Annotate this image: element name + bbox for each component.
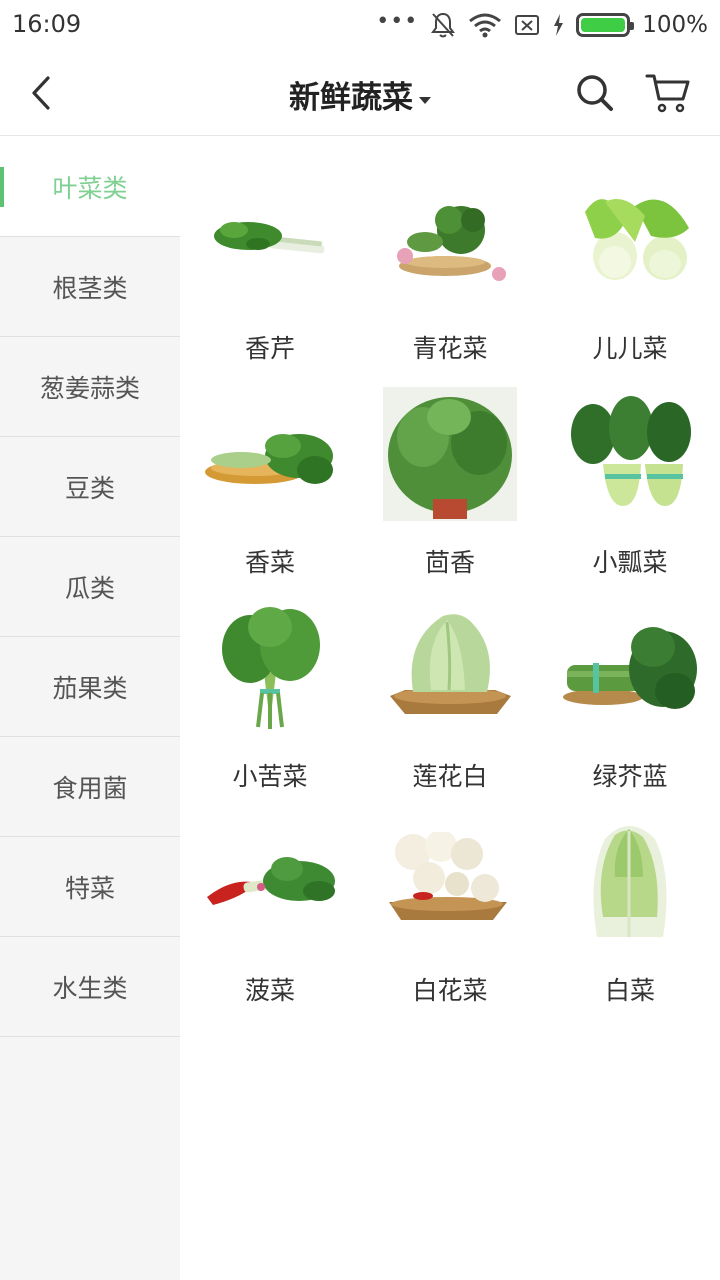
product-item[interactable]: 白菜 [540,815,720,1029]
product-item[interactable]: 儿儿菜 [540,173,720,387]
product-label: 莲花白 [412,762,488,791]
sidebar-item-label: 茄果类 [52,673,128,703]
sidebar-item-leafy[interactable]: 叶菜类 [0,137,180,237]
product-item[interactable]: 菠菜 [180,815,360,1029]
sidebar-item-melons[interactable]: 瓜类 [0,537,180,637]
product-item[interactable]: 茴香 [360,387,540,601]
bitter-greens-image [202,601,338,735]
charging-icon [554,14,564,36]
sidebar-item-label: 水生类 [52,973,128,1003]
product-label: 儿儿菜 [592,334,668,363]
search-button[interactable] [570,68,620,118]
search-icon [577,75,613,111]
no-sim-icon [515,15,540,35]
fennel-image [382,387,518,521]
product-item[interactable]: 小瓢菜 [540,387,720,601]
sidebar-item-label: 特菜 [64,873,115,903]
cart-icon [645,74,690,113]
product-label: 白花菜 [412,976,488,1005]
wifi-icon [469,13,502,38]
product-grid: 香芹 青花菜 儿儿菜 香菜 茴香 小瓢菜 小苦菜 莲花白 绿芥蓝 菠菜 白花菜 … [180,137,720,1029]
sidebar-item-label: 食用菌 [52,773,128,803]
chinese-kale-image [562,601,698,735]
baby-mustard-image [562,173,698,307]
product-label: 香菜 [244,548,295,577]
sidebar-item-beans[interactable]: 豆类 [0,437,180,537]
bell-off-icon [431,12,456,38]
battery-percent: 100% [642,12,708,38]
product-label: 绿芥蓝 [592,762,668,791]
bok-choy-image [562,387,698,521]
dropdown-caret-icon [419,97,431,104]
battery-level [581,18,626,32]
spinach-image [202,815,338,949]
broccoli-image [382,173,518,307]
sidebar-item-fruit-veg[interactable]: 茄果类 [0,637,180,737]
product-item[interactable]: 香芹 [180,173,360,387]
sidebar-item-mushrooms[interactable]: 食用菌 [0,737,180,837]
status-icons: ••• 100% [376,8,708,42]
cauliflower-image [382,815,518,949]
category-sidebar: 叶菜类 根茎类 葱姜蒜类 豆类 瓜类 茄果类 食用菌 特菜 水生类 [0,137,180,1280]
product-item[interactable]: 绿芥蓝 [540,601,720,815]
battery-icon [576,13,635,37]
sidebar-item-label: 根茎类 [52,273,128,303]
product-label: 菠菜 [244,976,295,1005]
sidebar-item-label: 葱姜蒜类 [39,373,140,403]
celery-image [202,173,338,307]
sidebar-item-label: 叶菜类 [52,173,128,203]
product-item[interactable]: 小苦菜 [180,601,360,815]
product-item[interactable]: 香菜 [180,387,360,601]
napa-cabbage-image [562,815,698,949]
sidebar-item-allium[interactable]: 葱姜蒜类 [0,337,180,437]
page-title: 新鲜蔬菜 [289,80,413,116]
sidebar-item-label: 瓜类 [64,573,115,603]
header: 新鲜蔬菜 [0,50,720,136]
product-label: 小苦菜 [232,762,308,791]
sidebar-item-root[interactable]: 根茎类 [0,237,180,337]
product-label: 小瓢菜 [592,548,668,577]
product-item[interactable]: 青花菜 [360,173,540,387]
product-label: 白菜 [604,976,655,1005]
more-dots-icon: ••• [376,9,419,34]
sidebar-item-label: 豆类 [64,473,115,503]
sidebar-item-special[interactable]: 特菜 [0,837,180,937]
sidebar-item-aquatic[interactable]: 水生类 [0,937,180,1037]
product-item[interactable]: 白花菜 [360,815,540,1029]
status-bar: 16:09 ••• 100% [0,0,720,50]
product-label: 青花菜 [412,334,488,363]
cabbage-image [382,601,518,735]
coriander-image [202,387,338,521]
status-time: 16:09 [12,10,82,38]
product-label: 香芹 [244,334,295,363]
product-label: 茴香 [424,548,475,577]
cart-button[interactable] [642,68,694,118]
product-item[interactable]: 莲花白 [360,601,540,815]
